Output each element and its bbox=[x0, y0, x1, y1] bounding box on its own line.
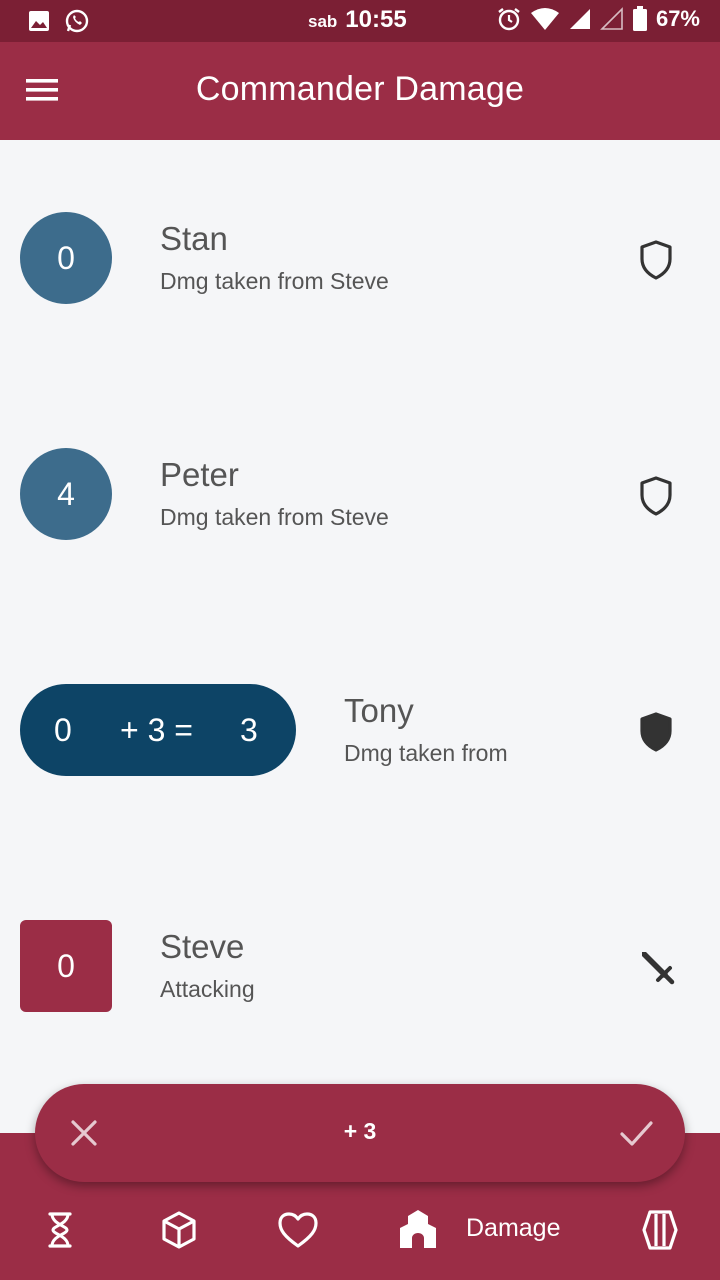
player-subtitle: Dmg taken from Steve bbox=[160, 504, 389, 530]
player-row-peter[interactable]: 4 Peter Dmg taken from Steve bbox=[0, 448, 720, 568]
damage-counter[interactable]: 0 bbox=[20, 920, 112, 1012]
whatsapp-icon bbox=[65, 9, 89, 33]
damage-counter[interactable]: 0 bbox=[20, 212, 112, 304]
nav-damage-label[interactable]: Damage bbox=[466, 1214, 561, 1243]
damage-delta: + 3 bbox=[343, 1118, 377, 1144]
defend-button[interactable] bbox=[636, 238, 676, 282]
hourglass-icon bbox=[48, 1212, 72, 1248]
page-title: Commander Damage bbox=[195, 70, 525, 108]
shield-outline-icon bbox=[640, 476, 672, 516]
signal-empty-icon bbox=[600, 7, 623, 30]
shield-filled-icon bbox=[640, 712, 672, 752]
player-subtitle: Dmg taken from Steve bbox=[160, 268, 389, 294]
nav-dice[interactable] bbox=[155, 1206, 203, 1254]
player-row-steve[interactable]: 0 Steve Attacking bbox=[0, 920, 720, 1040]
status-day: sab bbox=[308, 12, 338, 31]
app-bar: Commander Damage bbox=[0, 42, 720, 140]
nav-players[interactable] bbox=[636, 1206, 684, 1254]
status-time: 10:55 bbox=[345, 6, 407, 33]
battery-icon bbox=[632, 6, 647, 31]
player-name: Peter bbox=[160, 456, 239, 493]
nav-life[interactable] bbox=[274, 1206, 322, 1254]
damage-action-bar: + 3 bbox=[35, 1084, 685, 1182]
player-subtitle: Dmg taken from bbox=[344, 740, 508, 766]
shield-outline-icon bbox=[640, 240, 672, 280]
sword-icon bbox=[642, 952, 675, 985]
damage-after: 3 bbox=[240, 712, 258, 748]
signal-icon bbox=[569, 9, 590, 29]
player-name: Steve bbox=[160, 928, 245, 965]
wifi-icon bbox=[530, 8, 559, 30]
cube-icon bbox=[162, 1211, 196, 1249]
cards-icon bbox=[642, 1210, 678, 1250]
player-name: Tony bbox=[344, 692, 414, 729]
damage-change: + 3 = bbox=[120, 712, 193, 748]
nav-damage[interactable] bbox=[394, 1206, 442, 1254]
damage-before: 0 bbox=[54, 712, 72, 748]
gallery-icon bbox=[29, 11, 49, 31]
player-row-tony[interactable]: 0 + 3 = 3 Tony Dmg taken from bbox=[0, 684, 720, 804]
defend-button[interactable] bbox=[636, 710, 676, 754]
alarm-icon bbox=[498, 8, 520, 31]
player-row-stan[interactable]: 0 Stan Dmg taken from Steve bbox=[0, 212, 720, 332]
player-name: Stan bbox=[160, 220, 228, 257]
player-subtitle: Attacking bbox=[160, 976, 255, 1002]
confirm-button[interactable] bbox=[615, 1112, 657, 1154]
castle-icon bbox=[400, 1210, 436, 1248]
battery-percent: 67% bbox=[655, 6, 700, 31]
heart-icon bbox=[278, 1212, 318, 1248]
attack-button[interactable] bbox=[636, 946, 676, 990]
nav-timer[interactable] bbox=[36, 1206, 84, 1254]
status-bar: sab 10:55 67% bbox=[0, 0, 720, 42]
defend-button[interactable] bbox=[636, 474, 676, 518]
damage-edit-pill[interactable]: 0 + 3 = 3 bbox=[20, 684, 296, 776]
check-icon bbox=[620, 1121, 653, 1146]
damage-counter[interactable]: 4 bbox=[20, 448, 112, 540]
